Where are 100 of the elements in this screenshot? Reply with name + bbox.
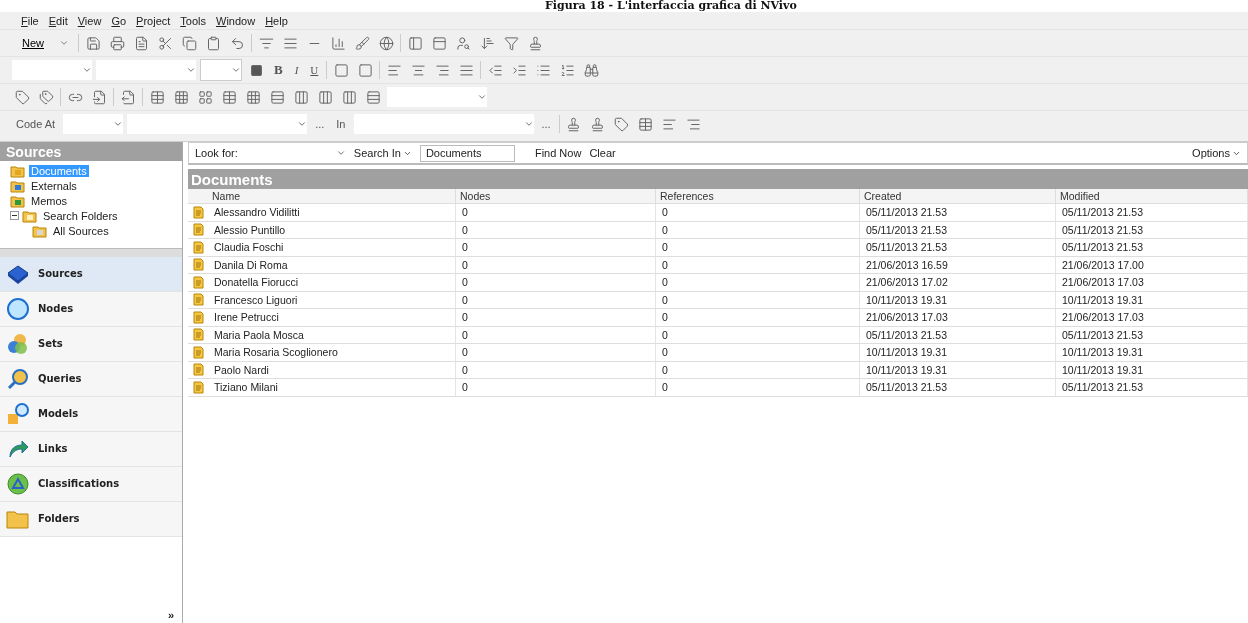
shapes-icon xyxy=(6,401,30,426)
table-cell: 0 xyxy=(456,204,656,222)
table-cell: 0 xyxy=(456,344,656,362)
code-at-label: Code At xyxy=(15,118,57,130)
table-cell: 05/11/2013 21.53 xyxy=(860,221,1056,239)
menu-item[interactable]: View xyxy=(74,14,105,27)
nav-label: Classifications xyxy=(38,478,120,489)
table-cell: 21/06/2013 17.03 xyxy=(1056,309,1248,327)
column-header[interactable]: Name xyxy=(208,189,456,204)
nav-button[interactable]: Nodes xyxy=(0,291,182,327)
table-cell: 05/11/2013 21.53 xyxy=(860,379,1056,397)
menu-item[interactable]: File xyxy=(18,14,42,27)
document-icon xyxy=(192,310,204,324)
tree-item[interactable]: Memos xyxy=(29,194,70,207)
column-header[interactable]: Modified xyxy=(1056,189,1248,204)
folder-icon xyxy=(22,208,38,223)
caret-icon xyxy=(231,65,241,75)
table-cell: 0 xyxy=(656,309,860,327)
more-button[interactable]: » xyxy=(167,609,174,621)
table-cell: 0 xyxy=(656,361,860,379)
table-cell: 05/11/2013 21.53 xyxy=(1056,239,1248,257)
menu-item[interactable]: Tools xyxy=(177,14,209,27)
in-label: In xyxy=(335,118,347,130)
nav-button[interactable]: Classifications xyxy=(0,466,182,502)
table-cell: Irene Petrucci xyxy=(208,309,456,327)
nav-label: Links xyxy=(38,443,68,454)
nav-button[interactable]: Links xyxy=(0,431,182,467)
nav-button[interactable]: Sets xyxy=(0,326,182,362)
table-cell: 0 xyxy=(656,291,860,309)
tree-item[interactable]: Search Folders xyxy=(41,209,120,222)
column-header[interactable]: Nodes xyxy=(456,189,656,204)
menu-item[interactable]: Window xyxy=(213,14,259,27)
tree-item[interactable]: All Sources xyxy=(51,224,111,237)
sphere-icon xyxy=(6,296,30,321)
menu-item[interactable]: Project xyxy=(133,14,174,27)
collapse-toggle[interactable] xyxy=(10,211,19,220)
table-cell: 0 xyxy=(656,274,860,292)
table-cell: 05/11/2013 21.53 xyxy=(1056,204,1248,222)
table-cell: 0 xyxy=(456,256,656,274)
menu-item[interactable]: Edit xyxy=(45,14,71,27)
table-cell: 0 xyxy=(456,379,656,397)
folder-icon xyxy=(32,223,48,238)
format-button[interactable]: I xyxy=(290,64,303,76)
table-cell: Danila Di Roma xyxy=(208,256,456,274)
table-cell: 21/06/2013 17.02 xyxy=(860,274,1056,292)
table-cell: 05/11/2013 21.53 xyxy=(1056,221,1248,239)
nav-button[interactable]: Models xyxy=(0,396,182,432)
document-icon xyxy=(192,223,204,237)
table-cell: Maria Paola Mosca xyxy=(208,326,456,344)
tree-item[interactable]: Externals xyxy=(29,179,79,192)
document-icon xyxy=(192,363,204,377)
menu-item[interactable]: Go xyxy=(108,14,130,27)
triangle-circle-icon xyxy=(6,471,30,496)
table-cell: 0 xyxy=(656,239,860,257)
figure-caption: Figura 18 - L'interfaccia grafica di NVivo xyxy=(545,0,797,12)
table-cell: Alessio Puntillo xyxy=(208,221,456,239)
menu-item[interactable]: Help xyxy=(262,14,291,27)
table-cell: 0 xyxy=(656,204,860,222)
resize-grip[interactable] xyxy=(0,247,182,257)
nav-button[interactable]: Folders xyxy=(0,501,182,537)
column-header[interactable]: Created xyxy=(860,189,1056,204)
magnifier-icon xyxy=(6,366,30,391)
table-cell: Maria Rosaria Scoglionero xyxy=(208,344,456,362)
new-button[interactable]: New xyxy=(12,37,50,49)
nav-button[interactable]: Queries xyxy=(0,361,182,397)
table-cell: 0 xyxy=(456,361,656,379)
document-icon xyxy=(192,240,204,254)
nav-label: Sources xyxy=(38,268,83,279)
table-cell: 21/06/2013 17.00 xyxy=(1056,256,1248,274)
document-icon xyxy=(192,345,204,359)
browse-button[interactable]: ... xyxy=(537,118,555,130)
document-icon xyxy=(192,275,204,289)
caret-icon xyxy=(297,119,308,129)
table-cell: 10/11/2013 19.31 xyxy=(1056,361,1248,379)
table-cell: 10/11/2013 19.31 xyxy=(1056,344,1248,362)
table-cell: 05/11/2013 21.53 xyxy=(860,239,1056,257)
nav-button[interactable]: Sources xyxy=(0,256,182,292)
table-cell: 10/11/2013 19.31 xyxy=(860,344,1056,362)
document-icon xyxy=(192,328,204,342)
table-cell: 0 xyxy=(656,256,860,274)
caret-icon xyxy=(477,92,487,102)
nav-label: Queries xyxy=(38,373,82,384)
pane-title: Sources xyxy=(0,142,182,161)
caret-icon xyxy=(186,65,196,75)
table-cell: Tiziano Milani xyxy=(208,379,456,397)
format-button[interactable]: U xyxy=(306,64,323,76)
browse-button[interactable]: ... xyxy=(311,118,329,130)
table-cell: 21/06/2013 17.03 xyxy=(1056,274,1248,292)
list-title: Documents xyxy=(188,169,1248,189)
table-cell: Paolo Nardi xyxy=(208,361,456,379)
format-button[interactable]: B xyxy=(270,62,287,78)
code-at-field[interactable] xyxy=(127,114,308,134)
document-icon xyxy=(192,293,204,307)
table-cell: 0 xyxy=(456,239,656,257)
table-cell: Claudia Foschi xyxy=(208,239,456,257)
table-cell: 0 xyxy=(656,221,860,239)
folder-icon xyxy=(10,163,26,178)
column-header[interactable]: References xyxy=(656,189,860,204)
caret-icon xyxy=(82,65,92,75)
table-cell: Francesco Liguori xyxy=(208,291,456,309)
